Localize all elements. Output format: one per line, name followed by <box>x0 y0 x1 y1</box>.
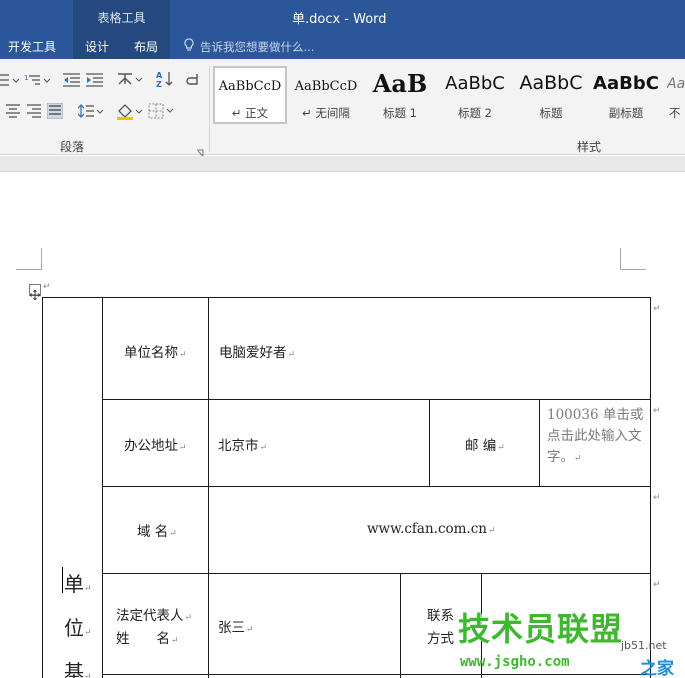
style-name: ↵ 无间隔 <box>302 106 350 120</box>
table-row-divider <box>102 573 651 574</box>
legal-rep-label-line2[interactable]: 姓 名↵ <box>116 627 179 647</box>
group-separator <box>209 66 210 152</box>
postcode-label[interactable]: 邮 编↵ <box>465 434 505 454</box>
legal-rep-label-line1[interactable]: 法定代表人↵ <box>116 604 192 624</box>
table-column-divider <box>400 573 401 678</box>
table-border-top <box>42 297 651 298</box>
side-header-char[interactable]: 单↵ <box>64 568 92 597</box>
paragraph-mark: ↵ <box>43 282 51 292</box>
style-subtitle[interactable]: AaBbC 副标题 <box>591 66 661 124</box>
lightbulb-icon <box>183 38 195 53</box>
chinese-layout-icon[interactable] <box>116 71 144 87</box>
table-border-left <box>42 297 43 678</box>
context-group-title: 表格工具 <box>97 11 146 25</box>
multilevel-list-icon[interactable]: 1 <box>24 73 54 87</box>
crop-mark-top-left <box>16 248 42 270</box>
style-name: 标题 <box>539 106 563 120</box>
style-name: 不 <box>669 106 681 120</box>
borders-icon[interactable] <box>148 103 176 119</box>
crop-mark-top-right <box>620 248 646 270</box>
dialog-launcher-icon[interactable] <box>196 142 204 157</box>
style-no-spacing[interactable]: AaBbCcD ↵ 无间隔 <box>291 66 361 124</box>
style-name: 标题 2 <box>458 106 492 120</box>
style-name: 副标题 <box>608 106 644 120</box>
tab-design[interactable]: 设计 <box>85 38 109 55</box>
show-hide-marks-icon[interactable] <box>186 72 200 86</box>
table-column-divider <box>102 297 103 678</box>
table-row-divider <box>102 486 651 487</box>
align-right-icon[interactable] <box>27 104 41 118</box>
domain-value[interactable]: www.cfan.com.cn↵ <box>367 521 496 537</box>
side-header-char[interactable]: 基↵ <box>64 656 92 678</box>
side-header-char[interactable]: 位↵ <box>64 612 92 641</box>
align-center-icon[interactable] <box>6 104 20 118</box>
contact-label-line1[interactable]: 联系 <box>427 604 454 624</box>
svg-text:A: A <box>156 71 163 80</box>
table-column-divider <box>539 399 540 486</box>
style-heading-1[interactable]: AaB 标题 1 <box>366 66 434 124</box>
row-end-mark: ↵ <box>653 406 661 416</box>
table-move-handle[interactable] <box>29 284 41 301</box>
increase-indent-icon[interactable] <box>86 73 104 87</box>
watermark-site: jb51.net <box>621 639 667 652</box>
watermark-suffix: 之家 <box>640 659 674 678</box>
row-end-mark: ↵ <box>653 580 661 590</box>
bullets-icon[interactable] <box>0 73 22 87</box>
watermark-url: www.jsgho.com <box>460 654 570 670</box>
tab-layout[interactable]: 布局 <box>134 38 158 55</box>
contact-label-line2[interactable]: 方式 <box>427 627 454 647</box>
style-name: 标题 1 <box>383 106 417 120</box>
style-title[interactable]: AaBbC 标题 <box>515 66 587 124</box>
style-heading-2[interactable]: AaBbC 标题 2 <box>440 66 510 124</box>
window-title: 单.docx - Word <box>292 12 387 27</box>
ribbon-bottom-bar <box>0 156 685 172</box>
unit-name-label[interactable]: 单位名称↵ <box>124 341 187 361</box>
line-spacing-icon[interactable] <box>78 104 104 118</box>
address-label[interactable]: 办公地址↵ <box>124 434 187 454</box>
domain-label[interactable]: 域 名↵ <box>137 520 177 540</box>
text-cursor <box>62 567 63 593</box>
table-row-divider <box>102 674 651 675</box>
table-row-divider <box>102 399 651 400</box>
row-end-mark: ↵ <box>653 304 661 314</box>
watermark-logo: 技术员联盟 <box>458 610 624 648</box>
sort-icon[interactable]: AZ <box>156 70 174 88</box>
style-normal[interactable]: AaBbCcD ↵ 正文 <box>213 66 287 124</box>
table-column-divider <box>208 297 209 678</box>
table-column-divider <box>429 399 430 486</box>
svg-text:1: 1 <box>24 74 28 82</box>
address-value[interactable]: 北京市↵ <box>218 434 267 454</box>
unit-name-value[interactable]: 电脑爱好者↵ <box>219 341 295 361</box>
row-end-mark: ↵ <box>653 493 661 503</box>
table-border-right <box>650 297 651 678</box>
decrease-indent-icon[interactable] <box>63 73 81 87</box>
legal-rep-value[interactable]: 张三↵ <box>218 616 254 636</box>
svg-text:Z: Z <box>156 80 162 88</box>
style-name: ↵ 正文 <box>231 106 269 120</box>
justify-icon[interactable] <box>47 103 63 119</box>
tell-me-search[interactable]: 告诉我您想要做什么... <box>200 39 314 55</box>
tab-developer[interactable]: 开发工具 <box>8 38 56 55</box>
shading-icon[interactable] <box>116 102 144 120</box>
paragraph-group-label: 段落 <box>60 140 85 154</box>
styles-group-label: 样式 <box>577 140 602 154</box>
style-more[interactable]: Aa 不 <box>664 66 685 124</box>
postcode-value[interactable]: 100036 单击或点击此处输入文字。↵ <box>547 405 647 470</box>
